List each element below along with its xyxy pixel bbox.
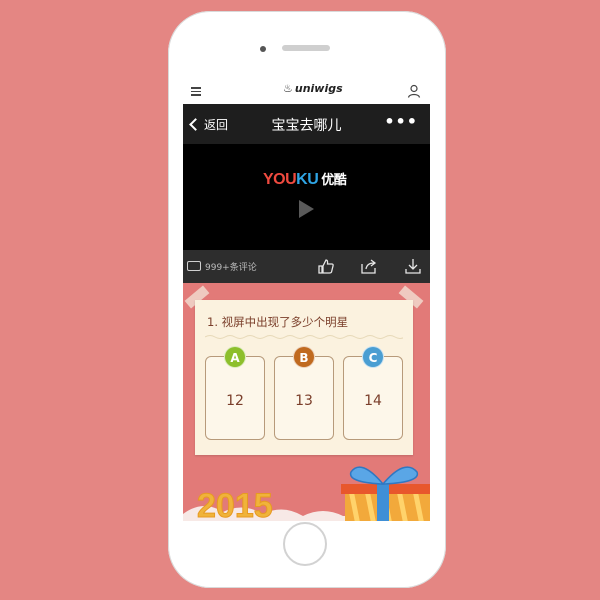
logo-text: uniwigs — [294, 82, 343, 95]
youku-logo: YOUKU 优酷 — [263, 169, 347, 189]
phone-camera — [260, 46, 266, 52]
wavy-divider — [205, 335, 403, 339]
gift-icon — [341, 466, 430, 521]
back-label: 返回 — [204, 118, 229, 132]
app-screen: 宝宝去哪儿 返回 ••• YOUKU 优酷 999+条评论 1. 视屏中出现了多… — [183, 104, 430, 521]
browser-bar: ♨ uniwigs — [183, 78, 430, 104]
menu-icon[interactable] — [191, 87, 201, 96]
quiz-card: 1. 视屏中出现了多少个明星 A 12 B 13 C 14 — [195, 300, 413, 455]
logo-ku: KU — [296, 171, 319, 188]
phone-speaker — [282, 45, 330, 51]
user-icon[interactable] — [407, 84, 421, 98]
play-icon[interactable] — [299, 200, 314, 218]
option-b-badge: B — [293, 346, 315, 368]
logo-you: YOU — [263, 171, 297, 188]
share-icon[interactable] — [360, 258, 378, 275]
home-button[interactable] — [283, 522, 327, 566]
download-icon[interactable] — [404, 258, 422, 275]
option-c-badge: C — [362, 346, 384, 368]
more-icon[interactable]: ••• — [384, 112, 418, 131]
option-a[interactable]: A 12 — [205, 346, 265, 440]
site-logo[interactable]: ♨ uniwigs — [283, 82, 343, 95]
option-a-badge: A — [224, 346, 246, 368]
nav-bar: 宝宝去哪儿 返回 ••• — [183, 104, 430, 144]
option-b-value: 13 — [295, 393, 313, 409]
logo-cn: 优酷 — [321, 172, 347, 187]
back-chevron-icon — [189, 118, 202, 131]
action-bar: 999+条评论 — [183, 250, 430, 283]
quiz-question: 1. 视屏中出现了多少个明星 — [207, 315, 349, 329]
thumbs-up-icon[interactable] — [317, 258, 335, 275]
option-a-value: 12 — [226, 393, 244, 409]
comment-icon[interactable] — [187, 261, 201, 271]
back-button[interactable]: 返回 — [189, 116, 228, 133]
option-c[interactable]: C 14 — [343, 346, 403, 440]
comments-count[interactable]: 999+条评论 — [205, 260, 257, 273]
option-c-value: 14 — [364, 393, 382, 409]
video-player[interactable]: YOUKU 优酷 — [183, 144, 430, 250]
option-b[interactable]: B 13 — [274, 346, 334, 440]
year-banner: 2015 — [197, 487, 274, 522]
